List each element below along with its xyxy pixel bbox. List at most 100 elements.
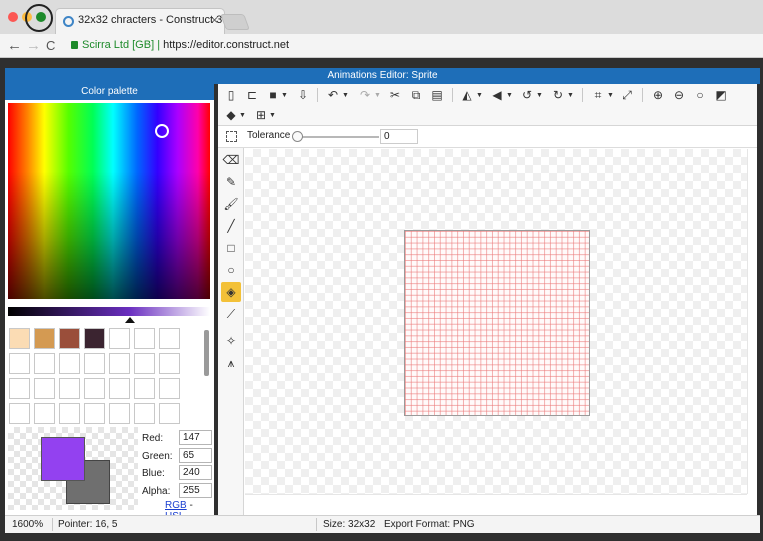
empty-swatch[interactable]	[109, 328, 130, 349]
zoom-out-icon[interactable]: ⊖	[672, 88, 686, 102]
rotate-cw-icon[interactable]: ↻	[551, 88, 565, 102]
empty-swatch[interactable]	[84, 378, 105, 399]
alpha-field[interactable]: 255	[179, 482, 212, 498]
sprite-image-grid[interactable]	[404, 230, 590, 416]
empty-swatch[interactable]	[34, 353, 55, 374]
copy-icon[interactable]: ⧉	[409, 88, 423, 102]
empty-swatch[interactable]	[34, 378, 55, 399]
empty-swatch[interactable]	[59, 403, 80, 424]
browser-tab[interactable]: 32x32 chracters - Construct 3 ×	[55, 8, 225, 34]
set-origin-icon[interactable]: ✧	[221, 331, 241, 351]
rgb-mode-link[interactable]: RGB	[165, 500, 187, 511]
grid-dropdown-icon[interactable]: ▼	[269, 112, 276, 119]
flip-vertical-dropdown-icon[interactable]: ▼	[506, 92, 513, 99]
toggle-background-icon[interactable]: ◩	[714, 88, 728, 102]
save-dropdown-icon[interactable]: ▼	[281, 92, 288, 99]
rotate-cw-dropdown-icon[interactable]: ▼	[567, 92, 574, 99]
paste-icon[interactable]: ▤	[430, 88, 444, 102]
line-icon[interactable]: ╱	[221, 216, 241, 236]
layers-icon[interactable]: ◆	[224, 108, 238, 122]
brightness-bar[interactable]	[8, 307, 210, 316]
layers-dropdown-icon[interactable]: ▼	[239, 112, 246, 119]
rotate-ccw-icon[interactable]: ↺	[520, 88, 534, 102]
rectangle-icon[interactable]: □	[221, 238, 241, 258]
editor-canvas[interactable]	[245, 149, 747, 494]
open-icon[interactable]: ⊏	[245, 88, 259, 102]
empty-swatch[interactable]	[59, 378, 80, 399]
color-swatch[interactable]	[59, 328, 80, 349]
brightness-caret-icon[interactable]	[125, 317, 135, 323]
empty-swatch[interactable]	[109, 403, 130, 424]
brush-icon[interactable]: 🖌︎	[221, 194, 241, 214]
zoom-reset-icon[interactable]: ○	[693, 88, 707, 102]
save-icon[interactable]: ■	[266, 88, 280, 102]
palette-scrollbar[interactable]	[204, 330, 209, 376]
red-label: Red:	[142, 433, 164, 444]
forward-icon[interactable]: →	[26, 37, 41, 54]
empty-swatch[interactable]	[109, 353, 130, 374]
ellipse-icon[interactable]: ○	[221, 260, 241, 280]
selection-icon[interactable]	[226, 131, 237, 142]
empty-swatch[interactable]	[134, 403, 155, 424]
empty-swatch[interactable]	[159, 328, 180, 349]
reload-icon[interactable]: C	[46, 38, 55, 53]
color-swatch[interactable]	[9, 328, 30, 349]
empty-swatch[interactable]	[134, 353, 155, 374]
redo-icon[interactable]: ↷	[358, 88, 372, 102]
empty-swatch[interactable]	[134, 328, 155, 349]
empty-swatch[interactable]	[109, 378, 130, 399]
flip-horizontal-icon[interactable]: ◭	[460, 88, 474, 102]
tab-close-icon[interactable]: ×	[211, 13, 218, 27]
empty-swatch[interactable]	[84, 353, 105, 374]
new-frame-icon[interactable]: ▯	[224, 88, 238, 102]
close-window-button[interactable]	[8, 12, 18, 22]
tolerance-field[interactable]: 0	[380, 129, 418, 144]
image-points-icon[interactable]: ⩚	[221, 353, 241, 373]
crop-dropdown-icon[interactable]: ▼	[607, 92, 614, 99]
rotate-ccw-dropdown-icon[interactable]: ▼	[536, 92, 543, 99]
grid-icon[interactable]: ⊞	[254, 108, 268, 122]
primary-color-swatch[interactable]	[41, 437, 85, 481]
flip-horizontal-dropdown-icon[interactable]: ▼	[476, 92, 483, 99]
color-swatch[interactable]	[34, 328, 55, 349]
empty-swatch[interactable]	[159, 353, 180, 374]
zoom-in-icon[interactable]: ⊕	[651, 88, 665, 102]
empty-swatch[interactable]	[9, 378, 30, 399]
red-field[interactable]: 147	[179, 430, 212, 445]
tolerance-slider-thumb[interactable]	[292, 131, 303, 142]
empty-swatch[interactable]	[84, 403, 105, 424]
flip-vertical-icon[interactable]: ◀	[490, 88, 504, 102]
tolerance-slider[interactable]	[297, 136, 379, 138]
color-swatch[interactable]	[84, 328, 105, 349]
resize-icon[interactable]: ⤢	[620, 88, 634, 102]
empty-swatch[interactable]	[59, 353, 80, 374]
cut-icon[interactable]: ✂	[388, 88, 402, 102]
horizontal-scrollbar[interactable]	[245, 494, 747, 504]
empty-swatch[interactable]	[159, 403, 180, 424]
swatch-grid	[9, 328, 189, 424]
empty-swatch[interactable]	[134, 378, 155, 399]
redo-dropdown-icon[interactable]: ▼	[374, 92, 381, 99]
spectrum-picker-handle[interactable]	[155, 124, 169, 138]
empty-swatch[interactable]	[159, 378, 180, 399]
color-spectrum[interactable]	[8, 103, 210, 299]
url-field[interactable]: Scirra Ltd [GB] | https://editor.constru…	[65, 37, 763, 55]
undo-icon[interactable]: ↶	[326, 88, 340, 102]
empty-swatch[interactable]	[9, 353, 30, 374]
eraser-icon[interactable]: ⌫	[221, 150, 241, 170]
new-tab-button[interactable]	[220, 14, 250, 30]
blue-field[interactable]: 240	[179, 465, 212, 480]
vertical-scrollbar[interactable]	[747, 149, 757, 494]
undo-dropdown-icon[interactable]: ▼	[342, 92, 349, 99]
lock-icon	[71, 41, 78, 49]
empty-swatch[interactable]	[34, 403, 55, 424]
export-icon[interactable]: ⇩	[296, 88, 310, 102]
color-palette-panel: Color palette Red: 147 Green: 65 Blue: 240 …	[5, 84, 214, 522]
crop-icon[interactable]: ⌗	[591, 88, 605, 102]
empty-swatch[interactable]	[9, 403, 30, 424]
color-picker-icon[interactable]: ⟋	[221, 304, 241, 324]
green-field[interactable]: 65	[179, 447, 212, 463]
back-icon[interactable]: ←	[7, 37, 22, 54]
fill-icon[interactable]: ◈	[221, 282, 241, 302]
pencil-icon[interactable]: ✎	[221, 172, 241, 192]
